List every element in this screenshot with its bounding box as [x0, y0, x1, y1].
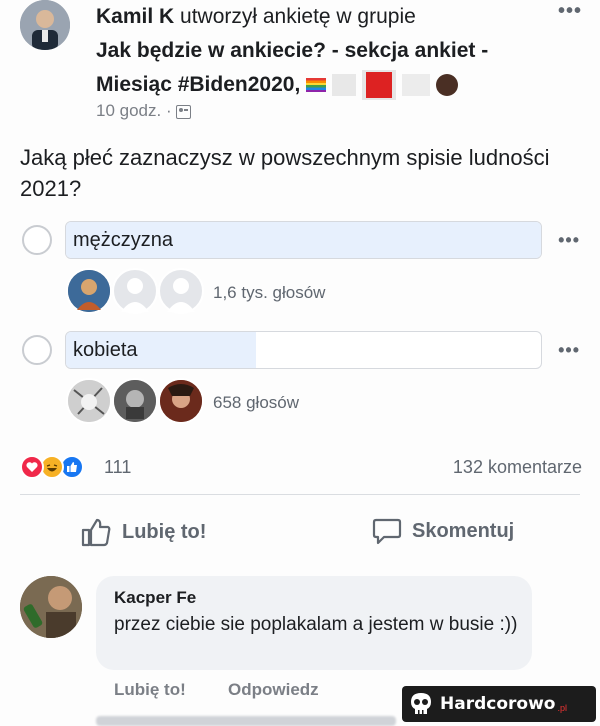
poll-option-2[interactable]: kobieta	[65, 331, 542, 369]
like-button[interactable]: Lubię to!	[80, 517, 206, 547]
thumbs-up-icon	[81, 518, 111, 547]
reaction-count[interactable]: 111	[104, 457, 131, 478]
poll-option-1[interactable]: mężczyzna	[65, 221, 542, 259]
comment-reply-button[interactable]: Odpowiedz	[228, 680, 319, 700]
commenter-avatar[interactable]	[20, 576, 82, 638]
poll-option-1-more-button[interactable]: •••	[558, 230, 580, 251]
voter-avatar[interactable]	[66, 268, 112, 314]
poll-option-2-label: kobieta	[73, 339, 138, 361]
post-card: Kamil K utworzył ankietę w grupie Jak bę…	[0, 0, 600, 726]
poll-option-2-more-button[interactable]: •••	[558, 340, 580, 361]
poll-option-2-radio[interactable]	[22, 335, 52, 365]
voter-avatar[interactable]	[112, 268, 158, 314]
commenter-name[interactable]: Kacper Fe	[114, 588, 196, 608]
post-meta: 10 godz. ·	[96, 101, 192, 121]
blurred-emoji	[331, 74, 356, 97]
comment-text: przez ciebie sie poplakalam a jestem w b…	[114, 614, 518, 635]
poll-option-1-label: mężczyzna	[73, 229, 174, 251]
group-name[interactable]: Jak będzie w ankiecie? - sekcja ankiet -…	[96, 39, 488, 96]
comment-button-label: Skomentuj	[412, 519, 515, 542]
love-reaction-icon	[20, 455, 44, 479]
next-comment-preview	[96, 716, 396, 726]
divider	[20, 494, 580, 495]
voter-avatar[interactable]	[112, 378, 158, 424]
rainbow-flag-icon	[306, 78, 327, 93]
watermark-suffix: .pl	[557, 703, 567, 713]
comment-button[interactable]: Skomentuj	[372, 517, 514, 545]
watermark-text: Hardcorowo	[440, 694, 556, 714]
red-square-icon	[361, 70, 396, 101]
comment-like-button[interactable]: Lubię to!	[114, 680, 186, 700]
watermark: Hardcorowo .pl	[402, 686, 596, 722]
comment-icon	[372, 518, 402, 545]
group-privacy-icon	[176, 104, 192, 119]
comment-bubble: Kacper Fe przez ciebie sie poplakalam a …	[96, 576, 532, 670]
voter-avatar[interactable]	[158, 378, 204, 424]
post-timestamp[interactable]: 10 godz. ·	[96, 101, 172, 120]
voter-avatar[interactable]	[66, 378, 112, 424]
author-avatar[interactable]	[20, 0, 70, 50]
blurred-emoji	[401, 74, 430, 97]
skull-icon	[411, 693, 431, 714]
post-action-text: utworzył ankietę w grupie	[180, 5, 416, 28]
post-more-button[interactable]: •••	[558, 0, 582, 23]
voter-avatar[interactable]	[158, 268, 204, 314]
raised-fist-icon	[435, 74, 458, 97]
author-name[interactable]: Kamil K	[96, 5, 174, 28]
like-button-label: Lubię to!	[122, 520, 207, 543]
poll-option-1-votes[interactable]: 1,6 tys. głosów	[213, 283, 325, 303]
comments-count[interactable]: 132 komentarze	[453, 457, 582, 478]
post-header: Kamil K utworzył ankietę w grupie Jak bę…	[96, 0, 546, 102]
poll-option-2-votes[interactable]: 658 głosów	[213, 393, 299, 413]
poll-question: Jaką płeć zaznaczysz w powszechnym spisi…	[20, 145, 550, 201]
poll-option-1-radio[interactable]	[22, 225, 52, 255]
